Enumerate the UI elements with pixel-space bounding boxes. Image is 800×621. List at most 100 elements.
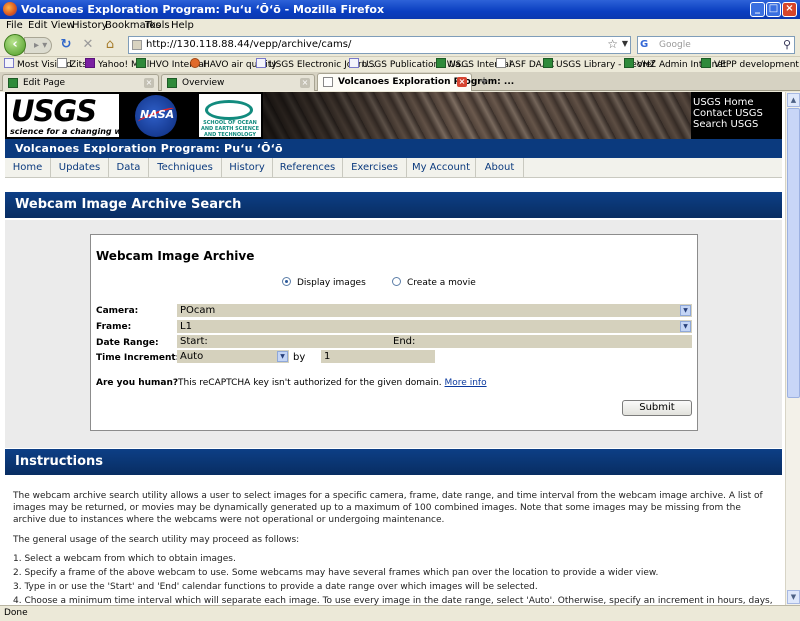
usgs-tagline: science for a changing world [10, 127, 140, 136]
forward-button[interactable]: ▸ ▾ [24, 37, 52, 54]
search-usgs-link[interactable]: Search USGS [693, 119, 763, 130]
new-tab-button[interactable]: + [476, 74, 492, 90]
bookmark-vepp-dev[interactable]: VEPP development [701, 58, 799, 70]
instructions-intro: The webcam archive search utility allows… [13, 491, 763, 525]
navigation-toolbar: ▸ ▾ ‹ ↻ ✕ ⌂ http://130.118.88.44/vepp/ar… [0, 32, 800, 57]
url-dropdown-icon[interactable]: ▼ [622, 39, 628, 48]
bookmarks-toolbar: Most Visited Zits Yahoo! Mail HVO Intern… [0, 57, 800, 72]
usgs-wordmark: USGS [11, 94, 97, 128]
bookmark-icon [543, 58, 553, 68]
tab-close-icon[interactable]: × [457, 77, 467, 87]
usgs-home-link[interactable]: USGS Home [693, 97, 763, 108]
captcha-more-info-link[interactable]: More info [445, 378, 487, 388]
nav-techniques[interactable]: Techniques [149, 158, 222, 177]
menu-tools[interactable]: Tools [145, 20, 170, 31]
camera-label: Camera: [96, 306, 139, 316]
nav-references[interactable]: References [273, 158, 343, 177]
bookmark-icon [190, 58, 200, 68]
home-icon[interactable]: ⌂ [102, 37, 118, 53]
vertical-scrollbar[interactable]: ▲ ▼ [785, 92, 800, 605]
instructions-step: 2. Specify a frame of the above webcam t… [13, 568, 659, 578]
contact-usgs-link[interactable]: Contact USGS [693, 108, 763, 119]
soest-logo[interactable]: SCHOOL OF OCEAN AND EARTH SCIENCE AND TE… [199, 94, 261, 138]
status-bar: Done [0, 605, 800, 621]
bookmark-star-icon[interactable]: ☆ [607, 37, 618, 51]
frame-label: Frame: [96, 322, 132, 332]
tab-volcanoes[interactable]: Volcanoes Exploration Program: ... × [317, 73, 514, 91]
tab-close-icon[interactable]: × [144, 78, 154, 88]
scroll-down-icon[interactable]: ▼ [787, 590, 800, 604]
search-box[interactable]: G Google ⚲ [637, 36, 795, 54]
menu-file[interactable]: File [6, 20, 23, 31]
end-date-input[interactable]: End: [393, 335, 415, 348]
site-title: Volcanoes Exploration Program: Puʻu ʻŌʻō [15, 142, 283, 155]
tab-favicon [8, 78, 18, 88]
tab-favicon [167, 78, 177, 88]
menu-history[interactable]: History [72, 20, 108, 31]
instructions-title: Instructions [15, 454, 104, 469]
window-title: Volcanoes Exploration Program: Puʻu ʻŌʻō… [21, 3, 385, 16]
search-form-panel: Webcam Image Archive Display images Crea… [90, 234, 698, 431]
display-images-radio[interactable]: Display images [282, 277, 366, 288]
usgs-logo[interactable]: USGS science for a changing world [7, 94, 140, 137]
search-engine-icon[interactable]: G [640, 39, 648, 50]
chevron-down-icon[interactable]: ▼ [277, 351, 288, 362]
tab-edit-page[interactable]: Edit Page × [2, 74, 159, 91]
maximize-button[interactable]: □ [766, 2, 781, 17]
chevron-down-icon[interactable]: ▼ [680, 321, 691, 332]
create-movie-radio[interactable]: Create a movie [392, 277, 476, 288]
start-date-input[interactable]: Start: [180, 336, 208, 347]
header-banner-image [263, 92, 691, 139]
nav-updates[interactable]: Updates [51, 158, 109, 177]
close-button[interactable]: × [782, 2, 797, 17]
menu-bar: File Edit View History Bookmarks Tools H… [0, 19, 800, 32]
nasa-logo[interactable]: NASA [135, 95, 177, 137]
time-increment-label: Time Increment: [96, 353, 180, 363]
by-label: by [293, 352, 306, 363]
bookmark-zits[interactable]: Zits [57, 58, 87, 70]
page-viewport: USGS science for a changing world NASA S… [0, 92, 785, 605]
nav-about[interactable]: About [476, 158, 524, 177]
nav-history[interactable]: History [222, 158, 273, 177]
url-bar[interactable]: http://130.118.88.44/vepp/archive/cams/ … [128, 36, 631, 54]
bookmark-icon [4, 58, 14, 68]
frame-select[interactable]: L1 ▼ [177, 320, 692, 333]
nav-data[interactable]: Data [109, 158, 149, 177]
bookmark-icon [436, 58, 446, 68]
status-text: Done [4, 608, 28, 618]
bookmark-icon [496, 58, 506, 68]
tab-overview[interactable]: Overview × [161, 74, 315, 91]
site-nav: Home Updates Data Techniques History Ref… [5, 158, 782, 178]
submit-button[interactable]: Submit [622, 400, 692, 416]
nav-my-account[interactable]: My Account [407, 158, 476, 177]
back-button[interactable]: ‹ [4, 34, 26, 56]
captcha-message: This reCAPTCHA key isn't authorized for … [178, 378, 487, 388]
window-title-bar[interactable]: Volcanoes Exploration Program: Puʻu ʻŌʻō… [0, 0, 800, 19]
increment-amount-input[interactable]: 1 [321, 350, 435, 363]
section-header: Webcam Image Archive Search [5, 192, 782, 218]
scroll-up-icon[interactable]: ▲ [787, 93, 800, 107]
nav-exercises[interactable]: Exercises [343, 158, 407, 177]
time-increment-select[interactable]: Auto ▼ [177, 350, 289, 363]
site-header: USGS science for a changing world NASA S… [5, 92, 782, 139]
captcha-label: Are you human? [96, 378, 179, 388]
section-title: Webcam Image Archive Search [15, 197, 242, 212]
search-icon[interactable]: ⚲ [783, 38, 791, 51]
camera-select[interactable]: POcam ▼ [177, 304, 692, 317]
menu-edit[interactable]: Edit [28, 20, 47, 31]
header-links: USGS Home Contact USGS Search USGS [693, 97, 763, 130]
chevron-down-icon[interactable]: ▼ [680, 305, 691, 316]
bookmark-icon [701, 58, 711, 68]
form-heading: Webcam Image Archive [96, 249, 255, 263]
site-title-bar: Volcanoes Exploration Program: Puʻu ʻŌʻō [5, 139, 782, 158]
stop-icon[interactable]: ✕ [80, 37, 96, 53]
bookmark-icon [57, 58, 67, 68]
nav-home[interactable]: Home [5, 158, 51, 177]
tab-close-icon[interactable]: × [300, 78, 310, 88]
menu-help[interactable]: Help [171, 20, 194, 31]
firefox-icon [3, 2, 17, 16]
minimize-button[interactable]: _ [750, 2, 765, 17]
reload-icon[interactable]: ↻ [58, 37, 74, 53]
scroll-thumb[interactable] [787, 108, 800, 398]
search-input[interactable]: Google [659, 40, 691, 50]
